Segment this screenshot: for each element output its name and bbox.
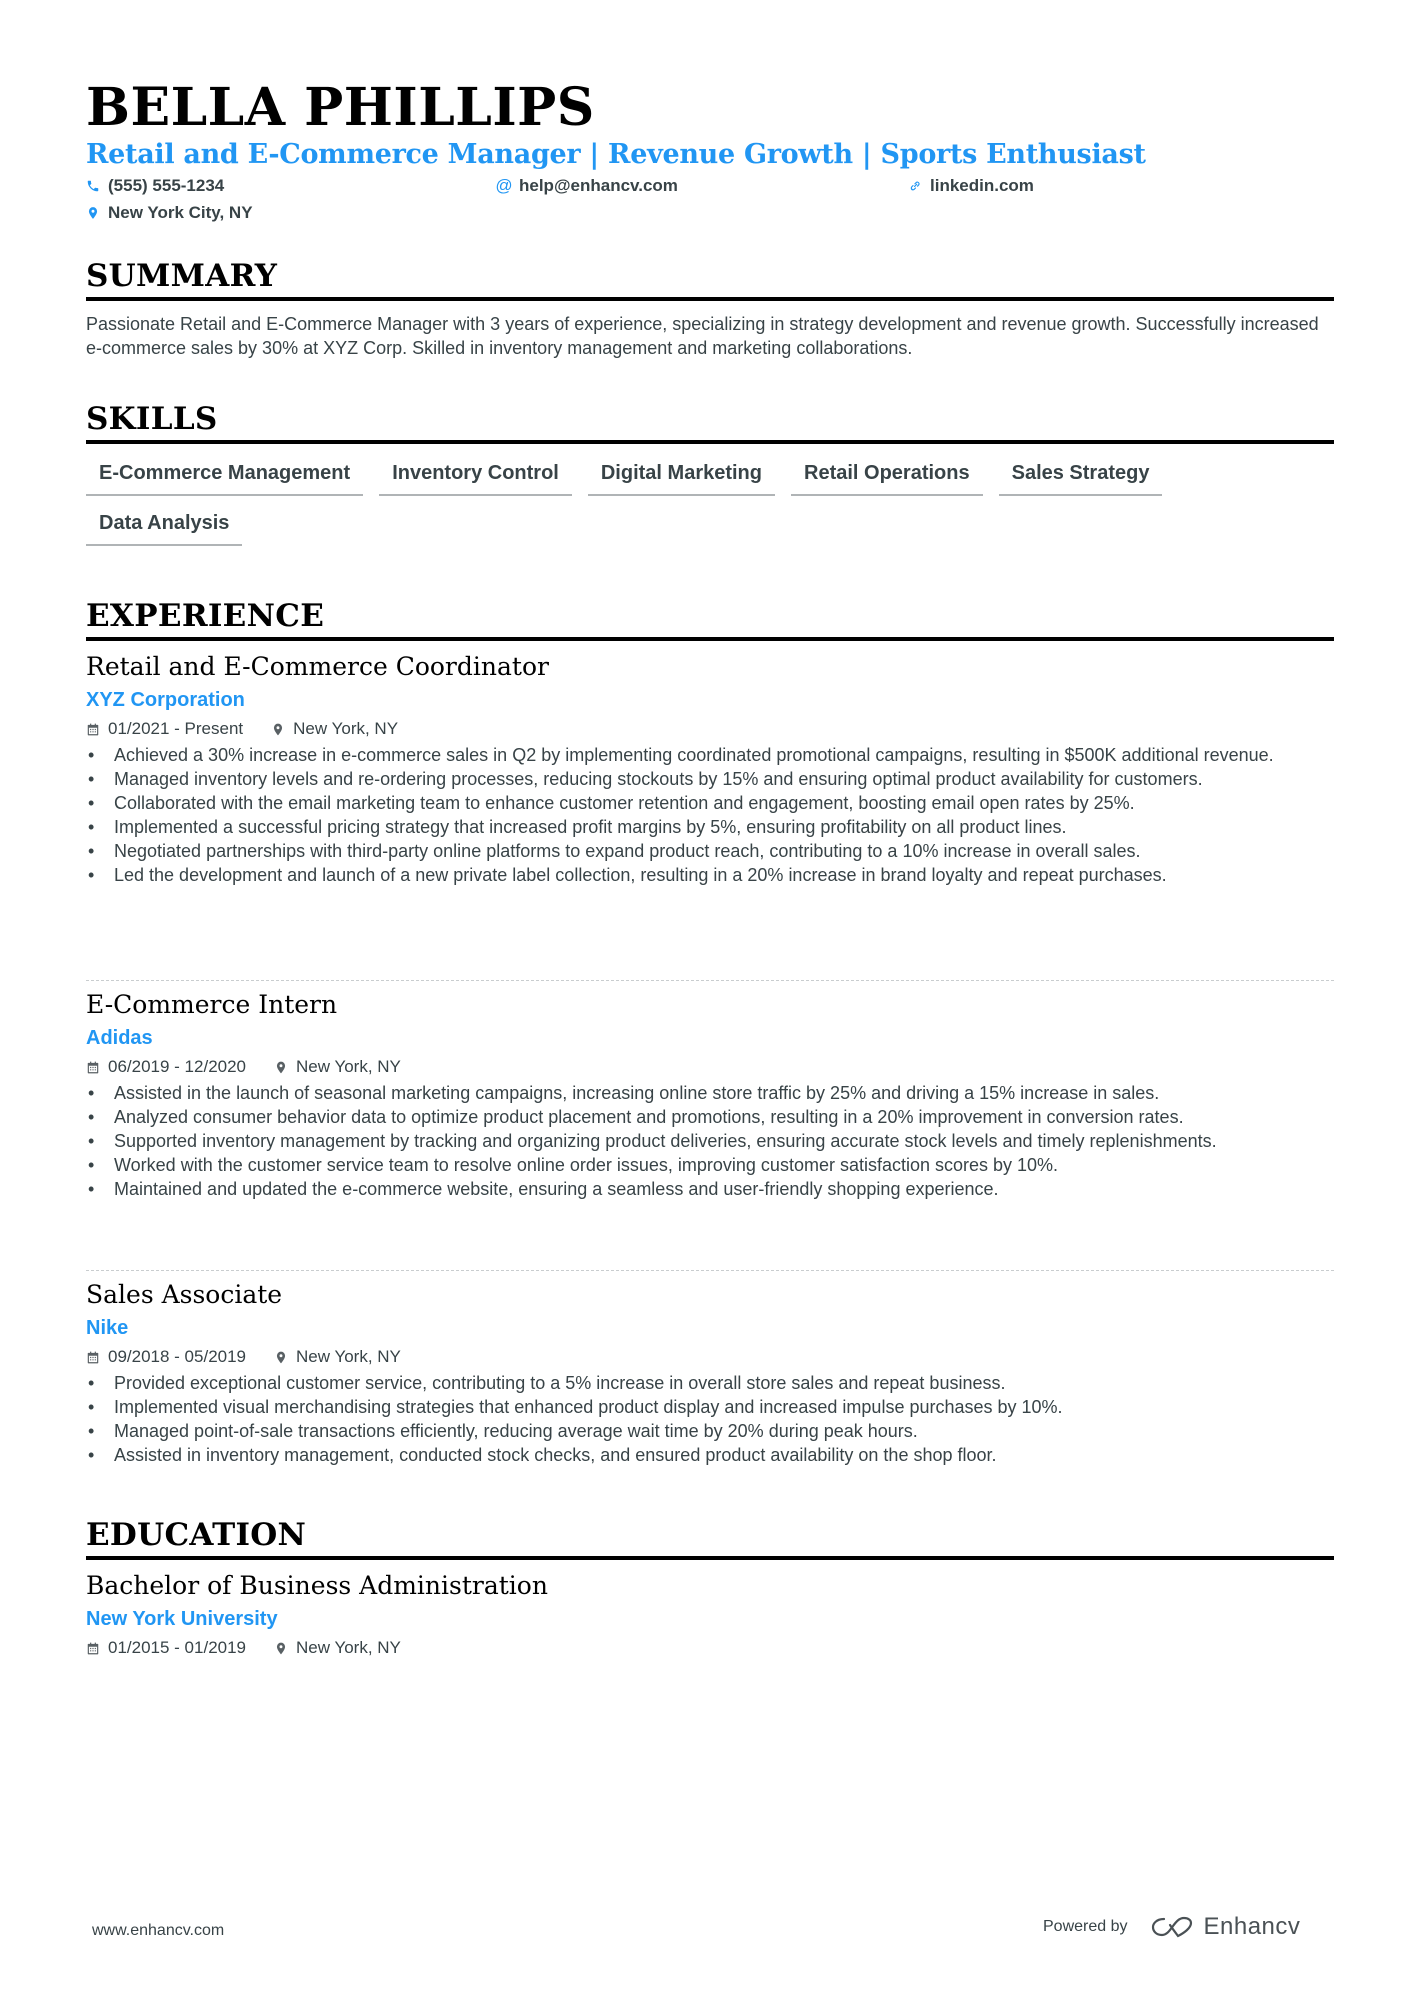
entry-dates: 01/2015 - 01/2019 — [108, 1638, 247, 1657]
job-title: Retail and E-Commerce Coordinator — [86, 652, 549, 681]
achievement-item: Achieved a 30% increase in e-commerce sa… — [86, 743, 1334, 767]
achievement-list: Achieved a 30% increase in e-commerce sa… — [86, 743, 1334, 887]
calendar-icon — [87, 723, 99, 735]
link-icon — [908, 178, 922, 194]
achievement-item: Assisted in inventory management, conduc… — [86, 1443, 1334, 1467]
skill-tag: Retail Operations — [791, 460, 983, 496]
entry-location: New York, NY — [293, 719, 399, 738]
achievement-item: Provided exceptional customer service, c… — [86, 1371, 1334, 1395]
company-name: Adidas — [86, 1027, 153, 1049]
entry-meta: 06/2019 - 12/2020 New York, NY — [86, 1055, 1334, 1079]
skill-tag: Data Analysis — [86, 510, 243, 546]
achievement-item: Implemented visual merchandising strateg… — [86, 1395, 1334, 1419]
linkedin-value[interactable]: linkedin.com — [930, 175, 1034, 197]
achievement-item: Managed point-of-sale transactions effic… — [86, 1419, 1334, 1443]
experience-entry: E-Commerce Intern Adidas 06/2019 - 12/20… — [86, 989, 1334, 1201]
candidate-name: BELLA PHILLIPS — [86, 77, 595, 138]
footer-website[interactable]: www.enhancv.com — [92, 1922, 224, 1940]
skill-tag: Digital Marketing — [587, 460, 775, 496]
achievement-item: Negotiated partnerships with third-party… — [86, 839, 1334, 863]
experience-heading: EXPERIENCE — [86, 597, 1334, 641]
entry-location: New York, NY — [296, 1347, 401, 1366]
achievement-item: Assisted in the launch of seasonal marke… — [86, 1081, 1334, 1105]
calendar-icon — [87, 1351, 99, 1363]
achievement-list: Assisted in the launch of seasonal marke… — [86, 1081, 1334, 1201]
skills-list: E-Commerce Management Inventory Control … — [86, 460, 1334, 546]
education-heading: EDUCATION — [86, 1516, 1334, 1560]
achievement-item: Implemented a successful pricing strateg… — [86, 815, 1334, 839]
summary-heading: SUMMARY — [86, 257, 1334, 301]
achievement-item: Led the development and launch of a new … — [86, 863, 1334, 887]
powered-by-label: Powered by — [1043, 1918, 1128, 1935]
contact-email: @ help@enhancv.com — [495, 175, 678, 197]
location-pin-icon — [276, 1351, 286, 1363]
experience-entry: Sales Associate Nike 09/2018 - 05/2019 N… — [86, 1279, 1334, 1467]
enhancv-logo-icon — [1151, 1916, 1192, 1938]
location-pin-icon — [276, 1061, 286, 1073]
achievement-list: Provided exceptional customer service, c… — [86, 1371, 1334, 1467]
enhancv-logo[interactable]: Enhancv — [1150, 1913, 1301, 1941]
calendar-icon — [87, 1642, 99, 1654]
contact-location: New York City, NY — [86, 202, 253, 224]
company-name: Nike — [86, 1317, 129, 1339]
entry-dates: 06/2019 - 12/2020 — [108, 1057, 247, 1076]
location-pin-icon — [274, 723, 283, 735]
calendar-icon — [87, 1061, 99, 1073]
skill-tag: Inventory Control — [379, 460, 572, 496]
location-pin-icon — [86, 205, 100, 221]
phone-value: (555) 555-1234 — [108, 176, 225, 195]
entry-location: New York, NY — [296, 1638, 401, 1657]
education-entry: Bachelor of Business Administration New … — [86, 1570, 1334, 1660]
headline: Retail and E-Commerce Manager | Revenue … — [86, 139, 1146, 170]
company-name: XYZ Corporation — [86, 689, 245, 711]
brand-name: Enhancv — [1203, 1913, 1301, 1940]
entry-divider — [86, 1270, 1334, 1271]
achievement-item: Worked with the customer service team to… — [86, 1153, 1334, 1177]
contact-linkedin: linkedin.com — [908, 175, 1034, 197]
school-name: New York University — [86, 1608, 278, 1630]
location-pin-icon — [276, 1642, 286, 1654]
experience-entry: Retail and E-Commerce Coordinator XYZ Co… — [86, 651, 1334, 887]
skill-tag: E-Commerce Management — [86, 460, 364, 496]
achievement-item: Managed inventory levels and re-ordering… — [86, 767, 1334, 791]
job-title: Sales Associate — [86, 1280, 283, 1309]
achievement-item: Collaborated with the email marketing te… — [86, 791, 1334, 815]
entry-meta: 01/2021 - Present New York, NY — [86, 717, 1334, 741]
skill-tag: Sales Strategy — [998, 460, 1163, 496]
location-value: New York City, NY — [108, 203, 253, 222]
degree-title: Bachelor of Business Administration — [86, 1571, 548, 1600]
achievement-item: Supported inventory management by tracki… — [86, 1129, 1334, 1153]
achievement-item: Maintained and updated the e-commerce we… — [86, 1177, 1334, 1201]
entry-location: New York, NY — [296, 1057, 401, 1076]
footer-branding: Powered by Enhancv — [1043, 1913, 1300, 1941]
email-value[interactable]: help@enhancv.com — [519, 175, 678, 197]
entry-dates: 09/2018 - 05/2019 — [108, 1347, 247, 1366]
job-title: E-Commerce Intern — [86, 990, 338, 1019]
entry-meta: 01/2015 - 01/2019 New York, NY — [86, 1636, 1334, 1660]
contact-phone: (555) 555-1234 — [86, 175, 224, 197]
at-icon: @ — [495, 176, 513, 195]
entry-meta: 09/2018 - 05/2019 New York, NY — [86, 1345, 1334, 1369]
skills-heading: SKILLS — [86, 400, 1334, 444]
phone-icon — [86, 178, 100, 194]
entry-divider — [86, 980, 1334, 981]
achievement-item: Analyzed consumer behavior data to optim… — [86, 1105, 1334, 1129]
summary-text: Passionate Retail and E-Commerce Manager… — [86, 314, 1319, 358]
entry-dates: 01/2021 - Present — [108, 719, 244, 738]
